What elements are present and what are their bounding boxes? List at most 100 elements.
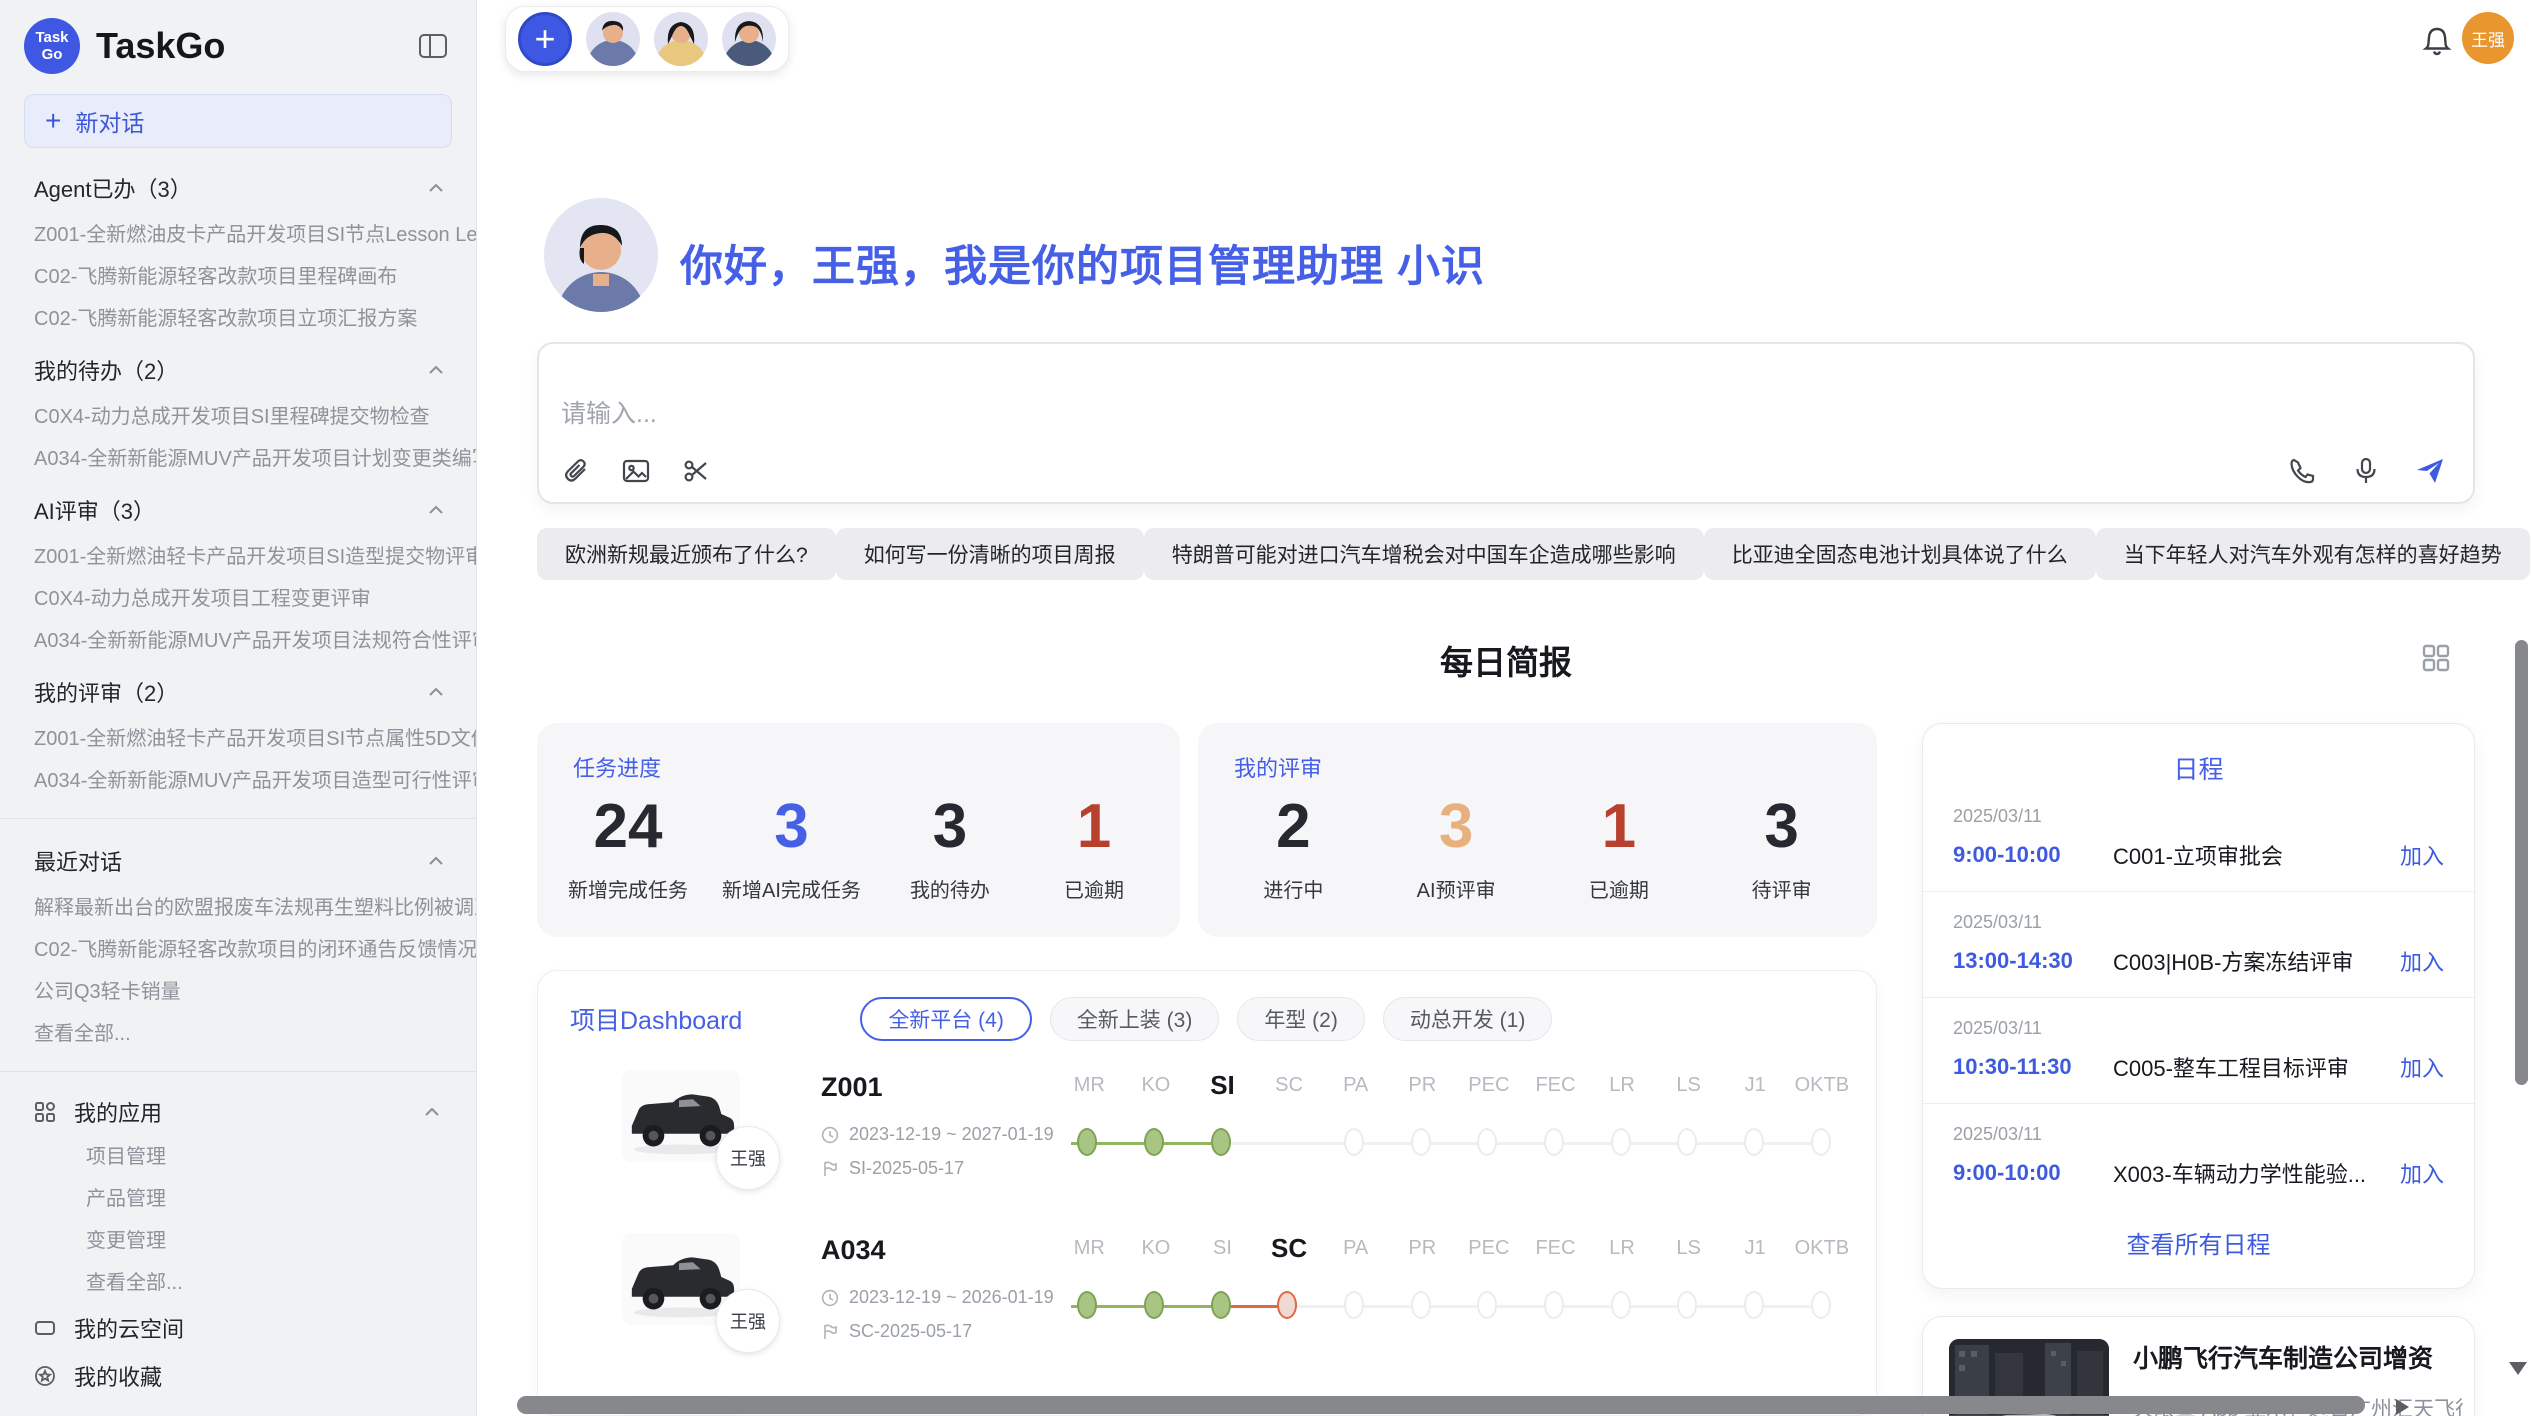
vertical-scrollbar[interactable] <box>2515 640 2528 1085</box>
app-item-project-mgmt[interactable]: 项目管理 <box>0 1136 476 1178</box>
sidebar-item-cloud-space[interactable]: 我的云空间 <box>0 1304 476 1352</box>
notification-bell-icon[interactable] <box>2420 24 2460 64</box>
my-review-stats: 2进行中 3AI预评审 1已逾期 3待评审 <box>1198 791 1877 903</box>
tab-new-platform[interactable]: 全新平台 (4) <box>860 997 1032 1041</box>
agent-avatar-2[interactable] <box>654 12 708 66</box>
chevron-up-icon[interactable] <box>426 500 446 520</box>
paperclip-icon[interactable] <box>559 454 593 488</box>
tab-new-body[interactable]: 全新上装 (3) <box>1050 997 1220 1041</box>
app-item-product-mgmt[interactable]: 产品管理 <box>0 1178 476 1220</box>
milestone-dot <box>1611 1128 1631 1156</box>
sidebar-item[interactable]: A034-全新新能源MUV产品开发项目造型可行性评审 <box>0 760 476 802</box>
sidebar-item[interactable]: C0X4-动力总成开发项目工程变更评审 <box>0 578 476 620</box>
suggestion-chip[interactable]: 比亚迪全固态电池计划具体说了什么 <box>1704 528 2096 580</box>
chevron-up-icon[interactable] <box>426 178 446 198</box>
horizontal-scrollbar[interactable] <box>517 1396 2365 1414</box>
agent-avatar-3[interactable] <box>722 12 776 66</box>
sidebar-item[interactable]: C02-飞腾新能源轻客改款项目立项汇报方案 <box>0 298 476 340</box>
clock-icon <box>821 1289 839 1307</box>
sidebar-item[interactable]: Z001-全新燃油皮卡产品开发项目SI节点Lesson Learn报告 <box>0 214 476 256</box>
my-review-card: 我的评审 2进行中 3AI预评审 1已逾期 3待评审 <box>1198 723 1877 937</box>
agent-avatar-1[interactable] <box>586 12 640 66</box>
schedule-time: 10:30-11:30 <box>1953 1054 2113 1080</box>
recent-chat-item[interactable]: C02-飞腾新能源轻客改款项目的闭环通告反馈情况 <box>0 929 476 971</box>
project-dashboard-card: 项目Dashboard 全新平台 (4) 全新上装 (3) 年型 (2) 动总开… <box>537 970 1877 1416</box>
group-title: Agent已办（3） <box>34 172 192 204</box>
flag-icon <box>821 1160 839 1178</box>
sidebar-item[interactable]: Z001-全新燃油轻卡产品开发项目SI节点属性5D文件评审 <box>0 718 476 760</box>
group-agent-done[interactable]: Agent已办（3） <box>0 162 476 214</box>
cloud-space-label: 我的云空间 <box>74 1312 442 1344</box>
join-link[interactable]: 加入 <box>2400 945 2444 977</box>
stat-label: 已逾期 <box>1564 874 1674 903</box>
suggestion-chip[interactable]: 特朗普可能对进口汽车增税会对中国车企造成哪些影响 <box>1144 528 1704 580</box>
sidebar-item[interactable]: C02-飞腾新能源轻客改款项目里程碑画布 <box>0 256 476 298</box>
recent-chat-item[interactable]: 公司Q3轻卡销量 <box>0 971 476 1013</box>
milestone-label: J1 <box>1722 1066 1789 1104</box>
project-owner-badge: 王强 <box>716 1126 780 1190</box>
milestone-track <box>1056 1291 1856 1323</box>
project-row-z001[interactable]: 王强 Z001 2023-12-19 ~ 2027-01-19 SI-2025-… <box>538 1066 1876 1226</box>
chevron-up-icon[interactable] <box>426 851 446 871</box>
sidebar-collapse-icon[interactable] <box>416 29 450 63</box>
sidebar-item[interactable]: A034-全新新能源MUV产品开发项目法规符合性评审 <box>0 620 476 662</box>
input-attachments <box>559 454 713 488</box>
image-icon[interactable] <box>619 454 653 488</box>
suggestion-chip[interactable]: 如何写一份清晰的项目周报 <box>836 528 1144 580</box>
milestone-dot <box>1611 1291 1631 1319</box>
join-link[interactable]: 加入 <box>2400 839 2444 871</box>
layout-grid-icon[interactable] <box>2420 642 2456 678</box>
milestone-label: LR <box>1589 1229 1656 1267</box>
recent-view-all[interactable]: 查看全部... <box>0 1013 476 1055</box>
recent-chat-item[interactable]: 解释最新出台的欧盟报废车法规再生塑料比例被调至15%... <box>0 887 476 929</box>
my-review-title: 我的评审 <box>1198 723 1877 783</box>
chevron-up-icon[interactable] <box>426 360 446 380</box>
join-link[interactable]: 加入 <box>2400 1157 2444 1189</box>
group-ai-review[interactable]: AI评审（3） <box>0 484 476 536</box>
scroll-right-arrow-icon[interactable] <box>2396 1399 2409 1415</box>
milestone-label: OKTB <box>1789 1229 1856 1267</box>
suggestion-chip[interactable]: 当下年轻人对汽车外观有怎样的喜好趋势 <box>2096 528 2530 580</box>
stat-value: 3 <box>722 791 861 862</box>
sidebar-item[interactable]: C0X4-动力总成开发项目SI里程碑提交物检查 <box>0 396 476 438</box>
divider <box>0 1071 476 1072</box>
project-code: Z001 <box>821 1072 883 1103</box>
add-agent-button[interactable]: + <box>518 12 572 66</box>
milestone-label: PEC <box>1456 1229 1523 1267</box>
join-link[interactable]: 加入 <box>2400 1051 2444 1083</box>
send-icon[interactable] <box>2413 454 2447 488</box>
scroll-down-arrow-icon[interactable] <box>2509 1362 2527 1375</box>
sidebar-item[interactable]: A034-全新新能源MUV产品开发项目计划变更类编写 <box>0 438 476 480</box>
sidebar-item-favorites[interactable]: 我的收藏 <box>0 1352 476 1400</box>
project-row-a034[interactable]: 王强 A034 2023-12-19 ~ 2026-01-19 SC-2025-… <box>538 1229 1876 1389</box>
group-recent-chats[interactable]: 最近对话 <box>0 835 476 887</box>
microphone-icon[interactable] <box>2349 454 2383 488</box>
schedule-name: C003|H0B-方案冻结评审 <box>2113 945 2400 977</box>
user-avatar[interactable]: 王强 <box>2462 12 2514 64</box>
sidebar-item-my-apps[interactable]: 我的应用 <box>0 1088 476 1136</box>
flag-milestone: SI-2025-05-17 <box>849 1158 964 1179</box>
app-item-change-mgmt[interactable]: 变更管理 <box>0 1220 476 1262</box>
group-title: 最近对话 <box>34 845 122 877</box>
dashboard-tabs: 全新平台 (4) 全新上装 (3) 年型 (2) 动总开发 (1) <box>860 997 1552 1041</box>
my-apps-label: 我的应用 <box>74 1096 404 1128</box>
chat-input[interactable] <box>561 400 1761 429</box>
apps-view-all[interactable]: 查看全部... <box>0 1262 476 1304</box>
stat-label: 已逾期 <box>1039 874 1149 903</box>
tab-model-year[interactable]: 年型 (2) <box>1237 997 1365 1041</box>
milestone-dot <box>1544 1128 1564 1156</box>
new-chat-button[interactable]: + 新对话 <box>24 94 452 148</box>
view-all-schedule-link[interactable]: 查看所有日程 <box>1923 1225 2474 1260</box>
milestone-dot <box>1477 1128 1497 1156</box>
sidebar-item[interactable]: Z001-全新燃油轻卡产品开发项目SI造型提交物评审 <box>0 536 476 578</box>
tab-powertrain[interactable]: 动总开发 (1) <box>1383 997 1553 1041</box>
phone-icon[interactable] <box>2285 454 2319 488</box>
suggestion-chip[interactable]: 欧洲新规最近颁布了什么? <box>537 528 836 580</box>
scissors-icon[interactable] <box>679 454 713 488</box>
chevron-up-icon[interactable] <box>422 1102 442 1122</box>
chevron-up-icon[interactable] <box>426 682 446 702</box>
stat-label: 待评审 <box>1727 874 1837 903</box>
group-my-todo[interactable]: 我的待办（2） <box>0 344 476 396</box>
group-my-review[interactable]: 我的评审（2） <box>0 666 476 718</box>
date-range: 2023-12-19 ~ 2027-01-19 <box>849 1124 1054 1145</box>
